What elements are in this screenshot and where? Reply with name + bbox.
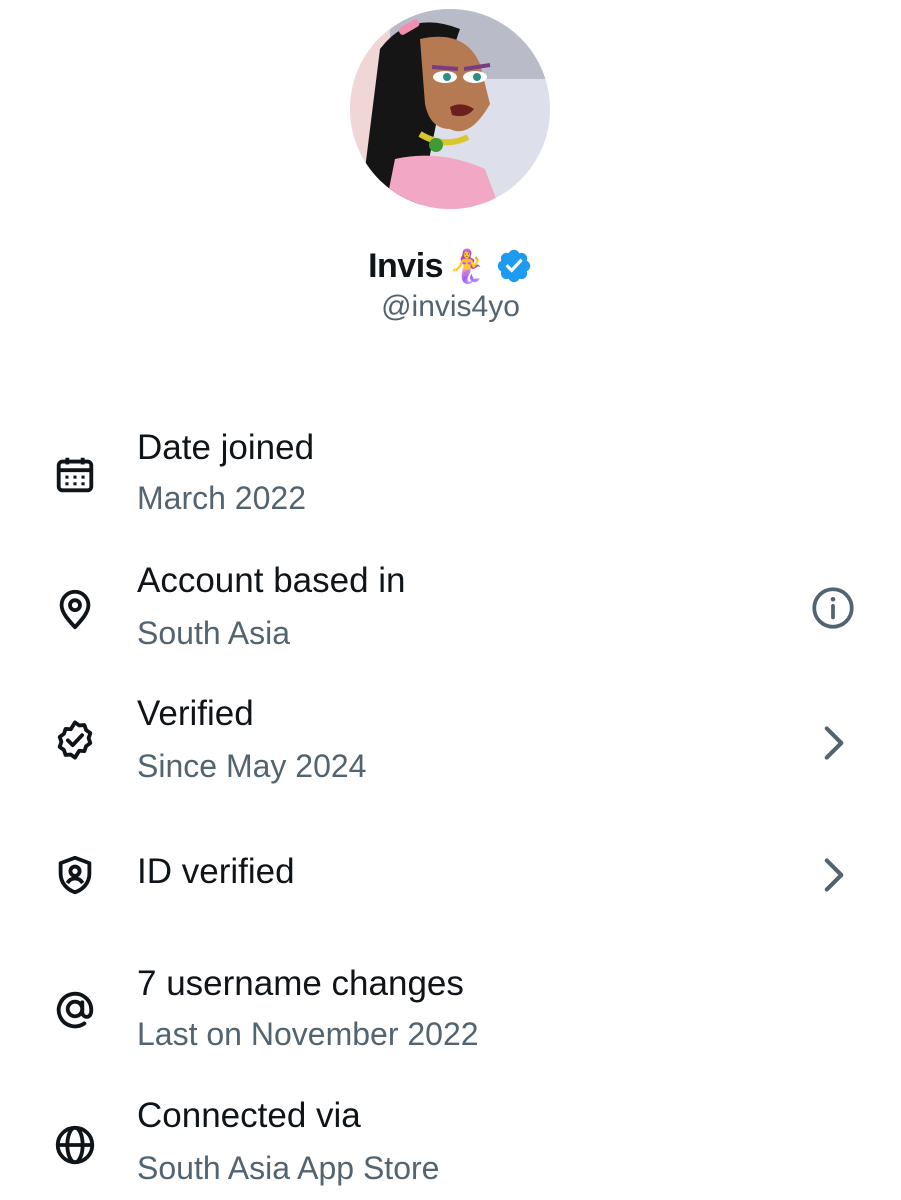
detail-title: Connected via bbox=[137, 1096, 361, 1135]
detail-row-account-based-in[interactable]: Account based in South Asia bbox=[0, 555, 901, 665]
detail-subtitle: South Asia bbox=[137, 615, 290, 651]
mermaid-emoji: 🧜‍♀️ bbox=[447, 248, 487, 284]
location-pin-icon bbox=[52, 586, 98, 632]
id-shield-icon bbox=[52, 852, 98, 898]
detail-title: ID verified bbox=[137, 852, 295, 891]
verified-seal-icon bbox=[52, 717, 98, 763]
detail-row-id-verified[interactable]: ID verified bbox=[0, 840, 901, 910]
chevron-right-icon[interactable] bbox=[808, 718, 858, 768]
at-sign-icon bbox=[52, 986, 98, 1032]
detail-row-connected-via: Connected via South Asia App Store bbox=[0, 1090, 901, 1200]
detail-title: Account based in bbox=[137, 561, 406, 600]
profile-avatar[interactable] bbox=[350, 9, 550, 209]
detail-title: Date joined bbox=[137, 428, 315, 467]
verified-badge-icon[interactable] bbox=[495, 247, 533, 285]
profile-handle: @invis4yo bbox=[381, 290, 520, 323]
detail-row-username-changes: 7 username changes Last on November 2022 bbox=[0, 956, 901, 1066]
detail-title: 7 username changes bbox=[137, 964, 464, 1003]
detail-subtitle: Since May 2024 bbox=[137, 748, 367, 784]
chevron-right-icon[interactable] bbox=[808, 850, 858, 900]
detail-subtitle: March 2022 bbox=[137, 480, 306, 516]
detail-row-date-joined: Date joined March 2022 bbox=[0, 420, 901, 530]
detail-subtitle: Last on November 2022 bbox=[137, 1016, 479, 1052]
profile-name-row: Invis 🧜‍♀️ bbox=[0, 240, 901, 292]
info-icon[interactable] bbox=[808, 583, 858, 633]
detail-subtitle: South Asia App Store bbox=[137, 1150, 440, 1186]
detail-row-verified[interactable]: Verified Since May 2024 bbox=[0, 688, 901, 798]
calendar-icon bbox=[52, 452, 98, 498]
detail-title: Verified bbox=[137, 694, 254, 733]
globe-icon bbox=[52, 1122, 98, 1168]
cartoon-avatar-image bbox=[350, 9, 550, 209]
display-name: Invis bbox=[368, 246, 444, 285]
